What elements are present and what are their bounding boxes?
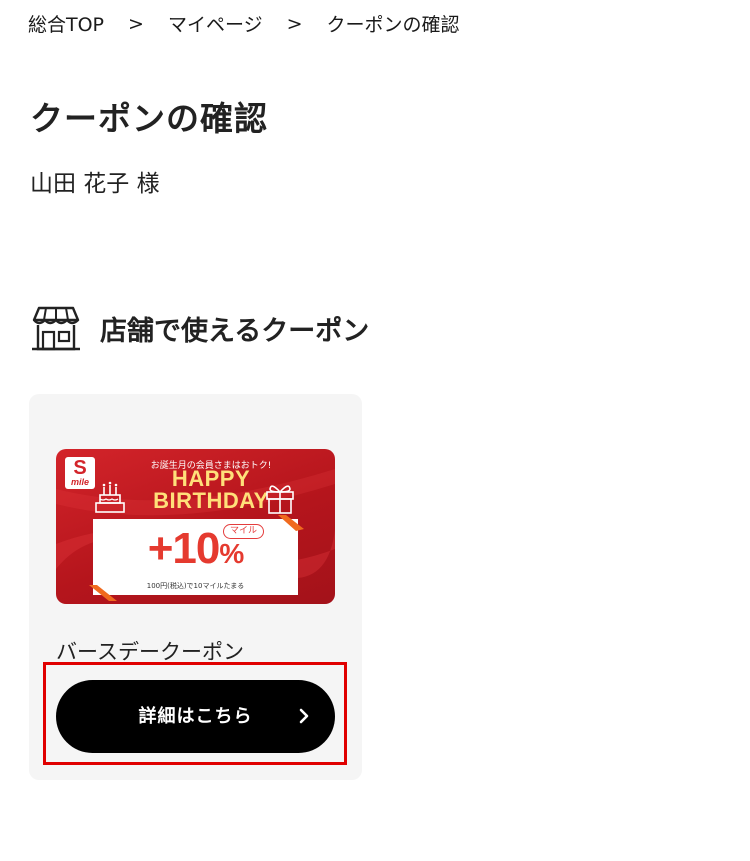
smile-logo: S mile	[65, 457, 95, 489]
storefront-icon	[32, 306, 80, 351]
logo-letter: S	[73, 457, 87, 479]
breadcrumb-item-mypage[interactable]: マイページ	[168, 10, 263, 37]
percent-sign: %	[219, 538, 244, 569]
cake-icon	[95, 481, 125, 513]
coupon-card: S mile お誕生月の会員さまはおトク! HAPPY BIRTHDAY マイル…	[29, 394, 362, 780]
discount-box: マイル +10% 100円(税込)で10マイルたまる	[89, 515, 304, 601]
detail-button-label: 詳細はこちら	[138, 706, 253, 726]
discount-percent: +10%	[93, 523, 298, 580]
gift-icon	[266, 485, 294, 514]
chevron-right-icon	[299, 708, 309, 724]
detail-button[interactable]: 詳細はこちら	[56, 680, 335, 753]
breadcrumb-item-current: クーポンの確認	[326, 14, 460, 36]
breadcrumb-separator: >	[286, 12, 303, 35]
page-title: クーポンの確認	[30, 99, 268, 138]
discount-note: 100円(税込)で10マイルたまる	[146, 582, 245, 590]
percent-value: +10	[147, 524, 221, 573]
user-name: 山田 花子 様	[30, 171, 160, 197]
breadcrumb-item-top[interactable]: 総合TOP	[28, 10, 104, 37]
coupon-page: 総合TOP > マイページ > クーポンの確認 クーポンの確認 山田 花子 様 …	[0, 0, 750, 861]
section-title: 店舗で使えるクーポン	[100, 315, 370, 347]
birthday-coupon-image: S mile お誕生月の会員さまはおトク! HAPPY BIRTHDAY マイル…	[56, 449, 335, 604]
breadcrumb-separator: >	[128, 12, 144, 35]
breadcrumb: 総合TOP > マイページ > クーポンの確認	[28, 10, 460, 37]
logo-text: mile	[70, 477, 89, 487]
section-header: 店舗で使えるクーポン	[30, 304, 369, 352]
